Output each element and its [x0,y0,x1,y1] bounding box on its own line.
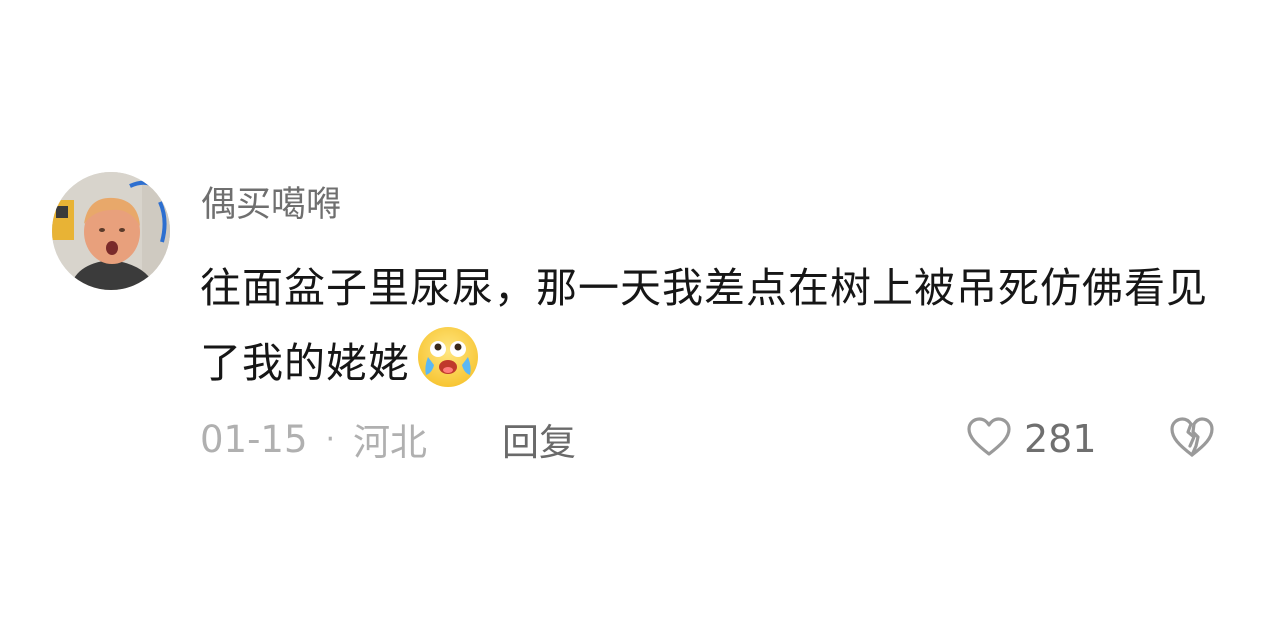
heart-outline-icon [966,416,1012,462]
comment-text: 往面盆子里尿尿，那一天我差点在树上被吊死仿佛看见了我的姥姥 [200,253,1240,398]
username[interactable]: 偶买噶嘚 [201,183,341,227]
laughing-crying-emoji-icon [414,323,482,391]
avatar[interactable] [52,172,170,290]
comment-text-body: 往面盆子里尿尿，那一天我差点在树上被吊死仿佛看见了我的姥姥 [200,264,1208,387]
reply-button[interactable]: 回复 [502,414,576,464]
comment-item: 偶买噶嘚 往面盆子里尿尿，那一天我差点在树上被吊死仿佛看见了我的姥姥 01-15… [0,0,1280,640]
broken-heart-icon [1168,417,1216,464]
dislike-button[interactable] [1168,414,1216,462]
like-button[interactable]: 281 [966,412,1097,466]
like-count: 281 [1024,417,1097,461]
meta-separator: · [325,421,336,457]
comment-location: 河北 [353,421,428,464]
comment-meta: 01-15 · 河北 [200,414,428,465]
comment-date: 01-15 [200,417,308,461]
